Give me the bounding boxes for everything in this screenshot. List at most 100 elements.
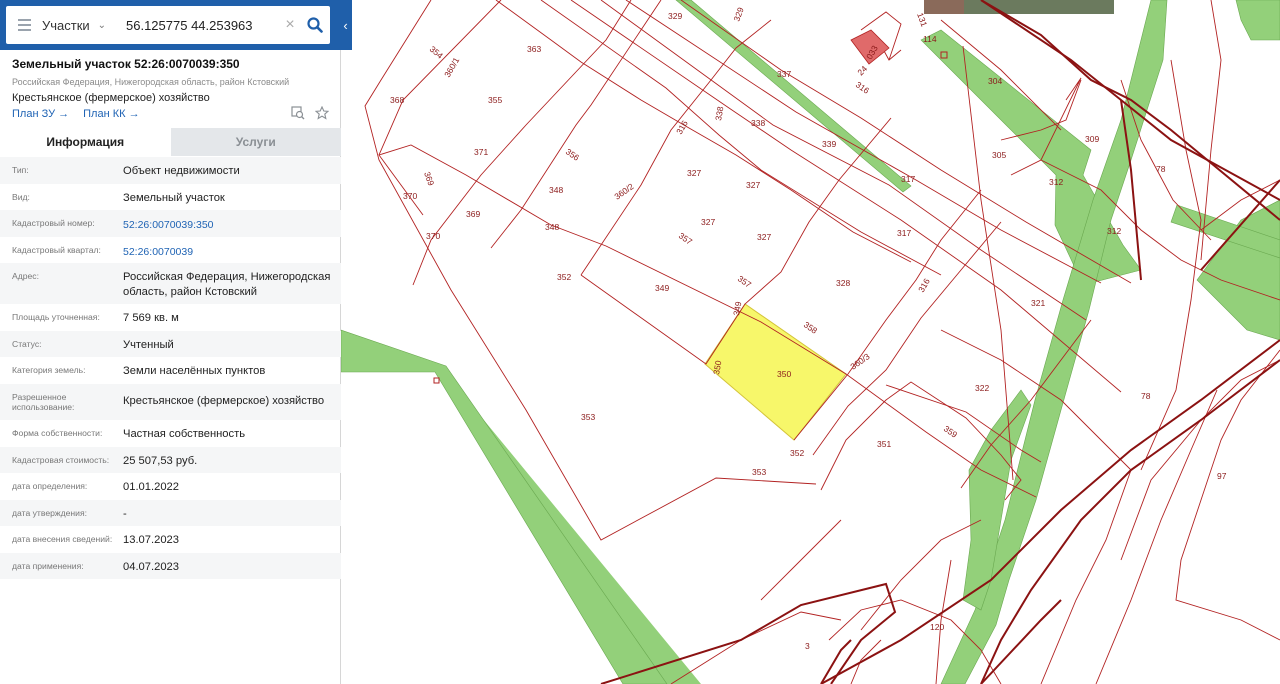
- cadastral-map[interactable]: 329 329 363 354 360/1 368 355 337 338 33…: [341, 0, 1280, 684]
- layer-select[interactable]: Участки ⌄: [42, 6, 120, 44]
- tab-info[interactable]: Информация: [0, 128, 171, 156]
- parcel-label: 327: [746, 180, 760, 190]
- parcel-label: 353: [752, 467, 766, 477]
- attr-row-type: Тип: Объект недвижимости: [0, 157, 341, 184]
- attr-label: дата определения:: [12, 481, 88, 491]
- clear-icon[interactable]: ×: [280, 16, 300, 34]
- parcel-label: 355: [488, 95, 502, 105]
- card-actions: [291, 105, 330, 125]
- parcel-label: 327: [757, 232, 771, 242]
- parcel-label: 371: [474, 147, 488, 157]
- attr-value: 25 507,53 руб.: [123, 455, 198, 467]
- parcel-label: 304: [988, 76, 1002, 86]
- parcel-label-selected: 350: [777, 369, 791, 379]
- attr-row-status: Статус: Учтенный: [0, 331, 341, 357]
- cadastral-quarter-link[interactable]: 52:26:0070039: [123, 237, 338, 263]
- parcel-label: 328: [836, 278, 850, 288]
- attr-row-date-entered: дата внесения сведений: 13.07.2023: [0, 526, 341, 553]
- parcel-label: 338: [751, 118, 765, 128]
- info-panel: Земельный участок 52:26:0070039:350 Росс…: [0, 0, 341, 684]
- attr-label: Тип:: [12, 165, 29, 175]
- cadastral-number-link[interactable]: 52:26:0070039:350: [123, 210, 338, 237]
- attr-value: 7 569 кв. м: [123, 312, 179, 324]
- parcel-label: 120: [930, 622, 944, 632]
- attr-label: Кадастровая стоимость:: [12, 455, 110, 465]
- parcel-label: 322: [975, 383, 989, 393]
- parcel-label: 370: [426, 231, 440, 241]
- parcel-title: Земельный участок 52:26:0070039:350: [12, 57, 240, 71]
- parcel-label: 327: [701, 217, 715, 227]
- parcel-label: 337: [777, 69, 791, 79]
- attr-value: 04.07.2023: [123, 561, 179, 573]
- parcel-label: 78: [1156, 164, 1166, 174]
- parcel-label: 349: [655, 283, 669, 293]
- attribute-table: Тип: Объект недвижимости Вид: Земельный …: [0, 157, 341, 579]
- search-bar: Участки ⌄ × ‹: [0, 0, 352, 50]
- parcel-label: 369: [466, 209, 480, 219]
- attr-value: Земельный участок: [123, 192, 225, 204]
- chevron-down-icon: ⌄: [97, 19, 107, 31]
- parcel-label: 370: [403, 191, 417, 201]
- attr-row-permitted-use: Разрешенное использование: Крестьянское …: [0, 384, 341, 420]
- parcel-label: 352: [790, 448, 804, 458]
- menu-icon[interactable]: [6, 6, 42, 44]
- parcel-label: 352: [557, 272, 571, 282]
- attr-value: Объект недвижимости: [123, 165, 240, 177]
- map-canvas: 329 329 363 354 360/1 368 355 337 338 33…: [341, 0, 1280, 684]
- attr-value: Частная собственность: [123, 428, 246, 440]
- attr-row-area: Площадь уточненная: 7 569 кв. м: [0, 304, 341, 331]
- parcel-label: 351: [877, 439, 891, 449]
- plan-kk-link[interactable]: План КК →: [83, 108, 139, 120]
- parcel-label: 363: [527, 44, 541, 54]
- plan-links: План ЗУ → План КК →: [12, 108, 140, 120]
- parcel-label: 368: [390, 95, 404, 105]
- attr-row-cadastral-value: Кадастровая стоимость: 25 507,53 руб.: [0, 447, 341, 473]
- parcel-address: Российская Федерация, Нижегородская обла…: [12, 77, 290, 87]
- attr-value: Крестьянское (фермерское) хозяйство: [123, 395, 325, 407]
- parcel-label: 309: [1085, 134, 1099, 144]
- parcel-label: 327: [687, 168, 701, 178]
- parcel-label: 339: [822, 139, 836, 149]
- parcel-label: 329: [668, 11, 682, 21]
- parcel-label: 3: [805, 641, 810, 651]
- parcel-label: 348: [549, 185, 563, 195]
- attr-value: Земли населённых пунктов: [123, 365, 266, 377]
- tab-services[interactable]: Услуги: [170, 128, 341, 156]
- attr-value: Учтенный: [123, 339, 174, 351]
- attr-value: 01.01.2022: [123, 481, 179, 493]
- parcel-label: 321: [1031, 298, 1045, 308]
- attr-label: Площадь уточненная:: [12, 312, 100, 322]
- attr-label: Категория земель:: [12, 365, 86, 375]
- coordinates-input[interactable]: [120, 10, 280, 40]
- attr-label: Кадастровый номер:: [12, 218, 95, 228]
- layer-select-value: Участки: [42, 17, 90, 33]
- star-icon[interactable]: [314, 105, 330, 125]
- parcel-label: 317: [897, 228, 911, 238]
- attr-row-cadastral-quarter: Кадастровый квартал: 52:26:0070039: [0, 237, 341, 263]
- attr-row-ownership: Форма собственности: Частная собственнос…: [0, 420, 341, 447]
- attr-row-date-applied: дата применения: 04.07.2023: [0, 553, 341, 579]
- locate-icon[interactable]: [291, 106, 305, 125]
- attr-label: Кадастровый квартал:: [12, 245, 101, 255]
- parcel-label: 312: [1107, 226, 1121, 236]
- attr-label: дата применения:: [12, 561, 84, 571]
- attr-value: 13.07.2023: [123, 534, 179, 546]
- attr-row-kind: Вид: Земельный участок: [0, 184, 341, 210]
- parcel-label: 353: [581, 412, 595, 422]
- attr-row-date-approved: дата утверждения: -: [0, 500, 341, 526]
- attr-label: Разрешенное использование:: [12, 392, 75, 412]
- parcel-label: 305: [992, 150, 1006, 160]
- plan-zu-link[interactable]: План ЗУ →: [12, 108, 69, 120]
- search-icon[interactable]: [300, 6, 330, 44]
- collapse-panel-icon[interactable]: ‹: [339, 0, 352, 50]
- attr-label: Форма собственности:: [12, 428, 103, 438]
- attr-value: -: [123, 508, 127, 520]
- attr-row-land-category: Категория земель: Земли населённых пункт…: [0, 357, 341, 384]
- attr-value: Российская Федерация, Нижегородская обла…: [123, 271, 331, 298]
- parcel-label: 114: [923, 34, 937, 44]
- attr-label: Адрес:: [12, 271, 39, 281]
- parcel-label: 78: [1141, 391, 1151, 401]
- search-box: Участки ⌄ ×: [6, 6, 330, 44]
- parcel-label: 312: [1049, 177, 1063, 187]
- parcel-label: 348: [545, 222, 559, 232]
